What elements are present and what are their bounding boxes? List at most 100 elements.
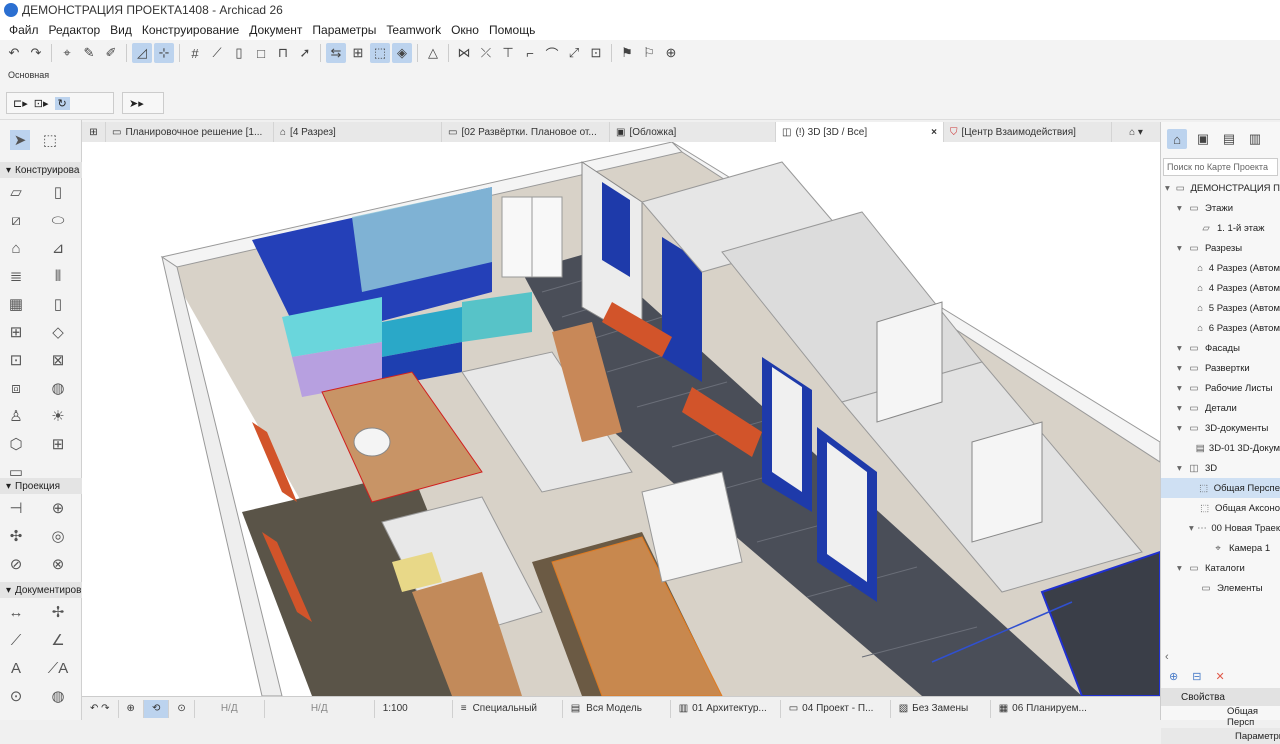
menu-design[interactable]: Конструирование bbox=[137, 23, 244, 37]
view-map-icon[interactable]: ▣ bbox=[1193, 129, 1213, 149]
roof-icon[interactable]: ⌂ bbox=[6, 238, 26, 258]
delete-icon[interactable]: ✕ bbox=[1215, 670, 1224, 683]
menu-file[interactable]: Файл bbox=[4, 23, 44, 37]
zoom-in-icon[interactable]: ⊕ bbox=[119, 699, 144, 718]
door-icon[interactable]: ▯ bbox=[48, 294, 68, 314]
lamp-icon[interactable]: ☀ bbox=[48, 406, 68, 426]
arrow-group[interactable]: ➤▸ bbox=[122, 92, 164, 114]
orbit-icon[interactable]: ⟲ bbox=[143, 699, 170, 718]
layer-select[interactable]: ▥ 01 Архитектур... bbox=[671, 699, 781, 718]
params-button[interactable]: Параметры bbox=[1161, 728, 1280, 744]
menu-edit[interactable]: Редактор bbox=[44, 23, 106, 37]
tree-item[interactable]: ▾ ▭ Разрезы bbox=[1161, 238, 1280, 258]
marker-icon[interactable]: ⊙ bbox=[6, 686, 26, 706]
selection-method-group[interactable]: ⊏▸ ⊡▸ ↻ bbox=[6, 92, 114, 114]
undo-view-icon[interactable]: ↶ ↷ bbox=[82, 699, 119, 718]
tree-item[interactable]: ⌖ Камера 1 bbox=[1161, 538, 1280, 558]
pointer-rect-icon[interactable]: ⊏▸ bbox=[13, 97, 28, 110]
flag-grid-icon[interactable]: ⚐ bbox=[639, 43, 659, 63]
angle-dimension-icon[interactable]: ∠ bbox=[48, 630, 68, 650]
snap-guides-icon[interactable]: ⊹ bbox=[154, 43, 174, 63]
slab-icon[interactable]: ⬭ bbox=[48, 210, 68, 230]
menu-document[interactable]: Документ bbox=[244, 23, 307, 37]
morph-icon[interactable]: ◍ bbox=[48, 378, 68, 398]
model-view-select[interactable]: ▤ Вся Модель bbox=[563, 699, 671, 718]
3d-model-render[interactable] bbox=[82, 142, 1160, 696]
redo-icon[interactable]: ↷ bbox=[26, 43, 46, 63]
tree-item[interactable]: ⌂ 4 Разрез (Автом bbox=[1161, 258, 1280, 278]
tree-item[interactable]: ▾ ▭ ДЕМОНСТРАЦИЯ П bbox=[1161, 178, 1280, 198]
settings-icon[interactable]: ⊟ bbox=[1192, 670, 1201, 683]
shell-icon[interactable]: ⊿ bbox=[48, 238, 68, 258]
expand-arrow-icon[interactable]: ▾ bbox=[1177, 463, 1187, 474]
adjust-icon[interactable]: ⤫ bbox=[476, 43, 496, 63]
tree-item[interactable]: ▾ ◫ 3D bbox=[1161, 458, 1280, 478]
toolbox-section-projection[interactable]: ▾ Проекция bbox=[0, 478, 82, 494]
marquee-rect-icon[interactable]: ⊡▸ bbox=[34, 97, 49, 110]
renovation-icon[interactable]: △ bbox=[423, 43, 443, 63]
railing-icon[interactable]: ⫴ bbox=[48, 266, 68, 286]
mesh-icon[interactable]: ⧈ bbox=[6, 378, 26, 398]
fillet-icon[interactable]: ⌐ bbox=[520, 43, 540, 63]
menu-help[interactable]: Помощь bbox=[484, 23, 540, 37]
camera-tool-icon[interactable]: ⊗ bbox=[48, 554, 68, 574]
arrow-tool-icon[interactable]: ➤ bbox=[10, 130, 30, 150]
tree-item[interactable]: ▾ ▭ 3D-документы bbox=[1161, 418, 1280, 438]
skylight-icon[interactable]: ◇ bbox=[48, 322, 68, 342]
radial-dimension-icon[interactable]: ⟋ bbox=[6, 630, 26, 650]
label-icon[interactable]: ⟋A bbox=[48, 658, 69, 678]
tree-item[interactable]: ⌂ 6 Разрез (Автом bbox=[1161, 318, 1280, 338]
beam-icon[interactable]: ⧄ bbox=[6, 210, 26, 230]
curtain-wall-icon[interactable]: ▦ bbox=[6, 294, 26, 314]
lock-icon[interactable]: ⊓ bbox=[273, 43, 293, 63]
tree-item[interactable]: ▾ ▭ Детали bbox=[1161, 398, 1280, 418]
expand-arrow-icon[interactable]: ▾ bbox=[1177, 243, 1187, 254]
dimension-icon[interactable]: ↔ bbox=[6, 602, 26, 622]
properties-header[interactable]: Свойства bbox=[1161, 688, 1280, 706]
tree-item[interactable]: ▾ ▭ Рабочие Листы bbox=[1161, 378, 1280, 398]
expand-arrow-icon[interactable]: ▾ bbox=[1177, 423, 1187, 434]
renovation-select[interactable]: ▦ 06 Планируем... bbox=[991, 700, 1101, 718]
tree-item[interactable]: ⬚ Общая Перспе bbox=[1161, 478, 1280, 498]
undo-icon[interactable]: ↶ bbox=[4, 43, 24, 63]
intersect-icon[interactable]: ⊤ bbox=[498, 43, 518, 63]
fill-icon[interactable]: ◍ bbox=[48, 686, 68, 706]
arrow-tool-icon[interactable]: ➤▸ bbox=[129, 97, 144, 110]
ruler-icon[interactable]: ⟋ bbox=[207, 43, 227, 63]
box-icon[interactable]: □ bbox=[251, 43, 271, 63]
layer-icon[interactable]: ▯ bbox=[229, 43, 249, 63]
tree-item[interactable]: ▾ ▭ Этажи bbox=[1161, 198, 1280, 218]
expand-arrow-icon[interactable]: ▾ bbox=[1177, 343, 1187, 354]
offset-icon[interactable]: ⊡ bbox=[586, 43, 606, 63]
level-dimension-icon[interactable]: ✢ bbox=[48, 602, 68, 622]
project-map-icon[interactable]: ⌂ bbox=[1167, 129, 1187, 149]
override-select[interactable]: ▧ Без Замены bbox=[891, 699, 991, 718]
expand-arrow-icon[interactable]: ▾ bbox=[1177, 403, 1187, 414]
menu-window[interactable]: Окно bbox=[446, 23, 484, 37]
guide-lines-icon[interactable]: ◿ bbox=[132, 43, 152, 63]
expand-arrow-icon[interactable]: ▾ bbox=[1177, 203, 1187, 214]
tree-item[interactable]: ▾ ▭ Фасады bbox=[1161, 338, 1280, 358]
cube-icon[interactable]: ⬡ bbox=[6, 434, 26, 454]
window-icon[interactable]: ⊞ bbox=[6, 322, 26, 342]
tree-item[interactable]: ▾ ▭ Каталоги bbox=[1161, 558, 1280, 578]
menu-view[interactable]: Вид bbox=[105, 23, 137, 37]
publisher-icon[interactable]: ▥ bbox=[1245, 129, 1265, 149]
scale-select[interactable]: 1:100 bbox=[375, 699, 453, 718]
tab-interior-elevation[interactable]: ▭ [02 Развёртки. Плановое от... bbox=[442, 122, 610, 142]
flag-icon[interactable]: ⚑ bbox=[617, 43, 637, 63]
tree-item[interactable]: ⬚ Общая Аксоно bbox=[1161, 498, 1280, 518]
rotate-icon[interactable]: ↻ bbox=[54, 96, 70, 110]
flag-globe-icon[interactable]: ⊕ bbox=[661, 43, 681, 63]
grid-icon[interactable]: ⊞ bbox=[348, 43, 368, 63]
tab-collaboration[interactable]: ⛉ [Центр Взаимодействия] bbox=[944, 122, 1112, 142]
marquee-tool-icon[interactable]: ⬚ bbox=[40, 130, 60, 150]
tree-item[interactable]: ▾ ▭ Развертки bbox=[1161, 358, 1280, 378]
menu-teamwork[interactable]: Teamwork bbox=[381, 23, 446, 37]
tab-floor-plan[interactable]: ▭ Планировочное решение [1... bbox=[106, 122, 274, 142]
section-tool-icon[interactable]: ⊣ bbox=[6, 498, 26, 518]
curve-icon[interactable]: ⌒ bbox=[542, 43, 562, 63]
menu-options[interactable]: Параметры bbox=[307, 23, 381, 37]
expand-arrow-icon[interactable]: ▾ bbox=[1165, 183, 1174, 194]
close-tab-icon[interactable]: × bbox=[931, 127, 937, 138]
